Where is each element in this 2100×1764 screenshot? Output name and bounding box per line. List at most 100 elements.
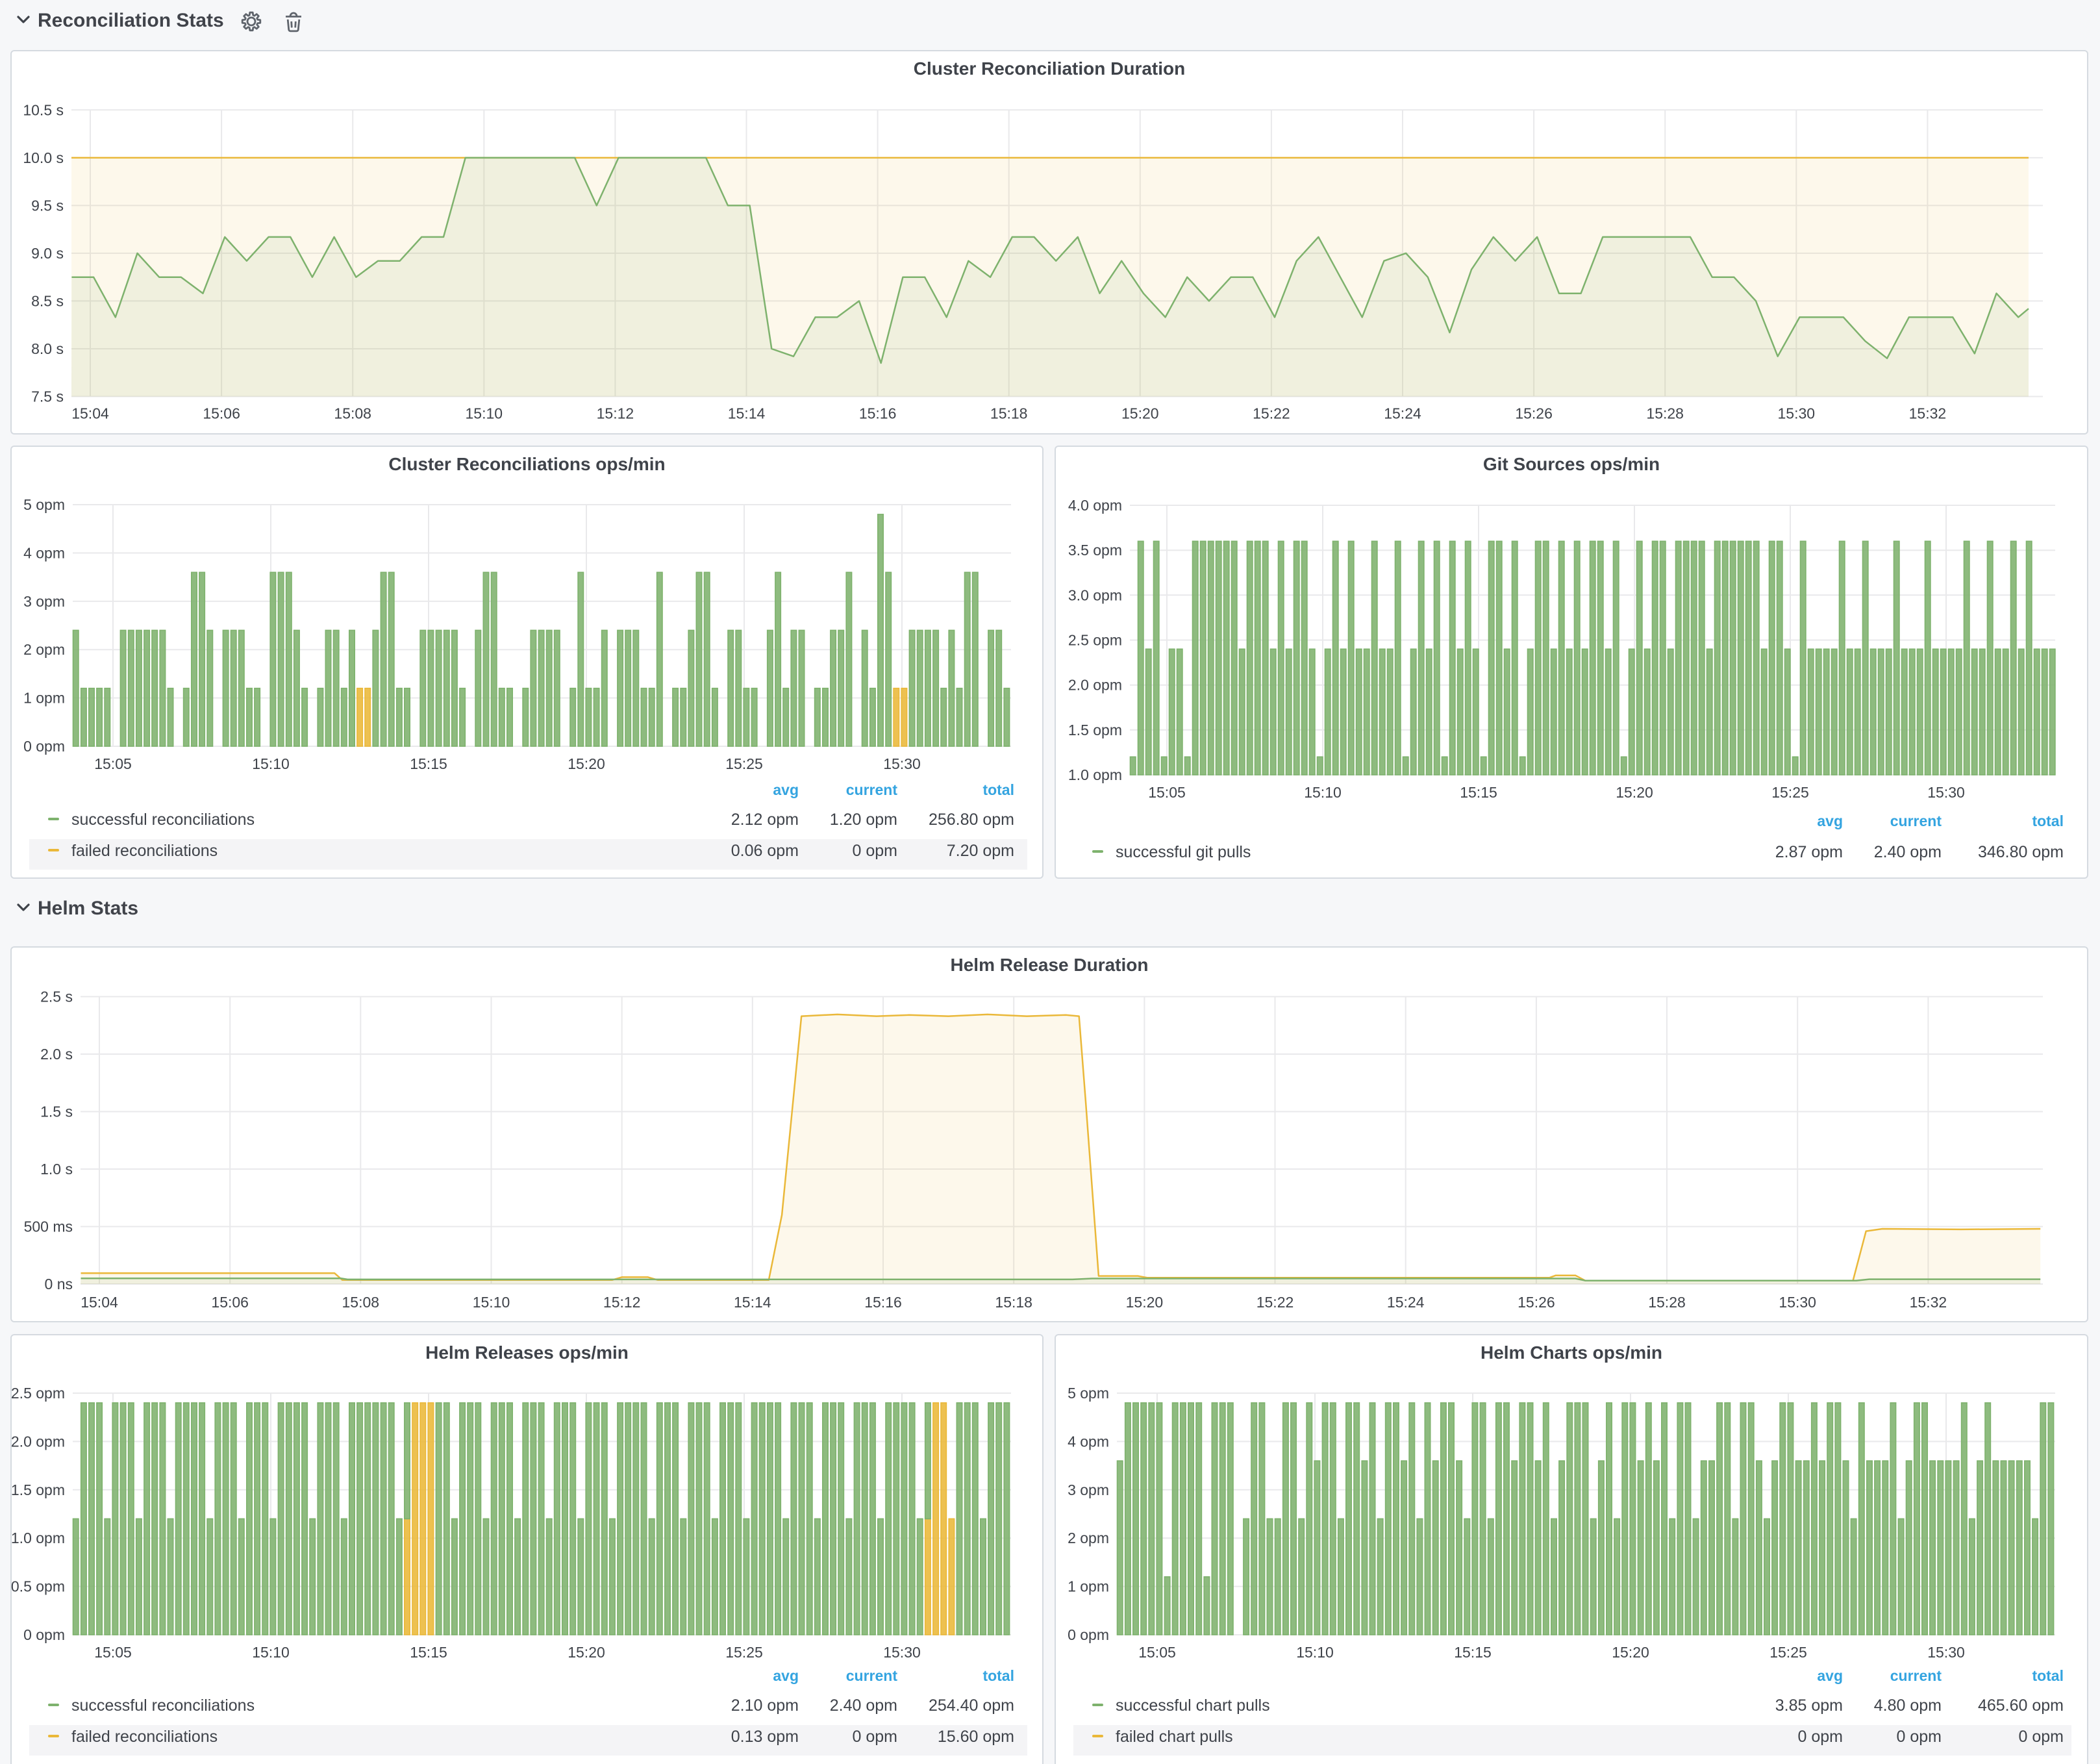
svg-text:5 opm: 5 opm: [23, 496, 65, 513]
svg-text:1.0 opm: 1.0 opm: [1068, 766, 1122, 783]
svg-text:15:30: 15:30: [1927, 784, 1965, 801]
svg-text:2.5 opm: 2.5 opm: [1068, 632, 1122, 649]
svg-text:15:10: 15:10: [1296, 1644, 1334, 1661]
svg-text:15:20: 15:20: [1121, 405, 1159, 422]
svg-text:0 opm: 0 opm: [1068, 1626, 1109, 1643]
svg-text:current: current: [846, 781, 898, 798]
svg-text:2.0 opm: 2.0 opm: [11, 1433, 65, 1450]
svg-text:Git Sources ops/min: Git Sources ops/min: [1483, 454, 1660, 474]
svg-text:3 opm: 3 opm: [1068, 1481, 1109, 1498]
svg-text:15:10: 15:10: [1304, 784, 1342, 801]
svg-text:3.5 opm: 3.5 opm: [1068, 542, 1122, 559]
svg-text:15:24: 15:24: [1387, 1294, 1425, 1311]
svg-text:15:10: 15:10: [252, 755, 290, 772]
svg-text:failed reconciliations: failed reconciliations: [71, 842, 218, 860]
svg-text:2.5 opm: 2.5 opm: [11, 1385, 65, 1402]
svg-text:1.5 opm: 1.5 opm: [11, 1481, 65, 1498]
svg-text:Helm Charts ops/min: Helm Charts ops/min: [1481, 1342, 1662, 1363]
svg-text:0 ns: 0 ns: [45, 1276, 73, 1292]
svg-text:15:05: 15:05: [94, 755, 132, 772]
svg-text:1.5 s: 1.5 s: [40, 1103, 73, 1120]
svg-text:15:06: 15:06: [203, 405, 240, 422]
svg-text:15:15: 15:15: [1454, 1644, 1492, 1661]
svg-text:3.85 opm: 3.85 opm: [1775, 1696, 1843, 1715]
svg-text:0 opm: 0 opm: [1798, 1728, 1843, 1746]
svg-text:15:28: 15:28: [1646, 405, 1684, 422]
svg-text:3.0 opm: 3.0 opm: [1068, 586, 1122, 603]
svg-text:7.5 s: 7.5 s: [31, 388, 64, 405]
svg-text:1.0 s: 1.0 s: [40, 1161, 73, 1178]
svg-text:15:05: 15:05: [1148, 784, 1186, 801]
svg-text:15:15: 15:15: [1460, 784, 1497, 801]
svg-text:15:10: 15:10: [473, 1294, 510, 1311]
svg-text:15:30: 15:30: [1779, 1294, 1816, 1311]
svg-text:2.10 opm: 2.10 opm: [731, 1696, 799, 1715]
svg-text:4.0 opm: 4.0 opm: [1068, 497, 1122, 514]
svg-text:0.06 opm: 0.06 opm: [731, 842, 799, 860]
svg-text:0 opm: 0 opm: [853, 842, 897, 860]
svg-text:346.80 opm: 346.80 opm: [1978, 843, 2064, 861]
svg-text:15:20: 15:20: [568, 1644, 605, 1661]
svg-text:15:30: 15:30: [883, 755, 921, 772]
svg-text:0 opm: 0 opm: [2019, 1728, 2064, 1746]
svg-text:1.5 opm: 1.5 opm: [1068, 722, 1122, 738]
svg-text:8.5 s: 8.5 s: [31, 292, 64, 309]
svg-text:465.60 opm: 465.60 opm: [1978, 1696, 2064, 1715]
svg-text:avg: avg: [1817, 1667, 1843, 1684]
svg-text:0.13 opm: 0.13 opm: [731, 1728, 799, 1746]
svg-text:15:14: 15:14: [734, 1294, 771, 1311]
svg-text:15:25: 15:25: [1769, 1644, 1807, 1661]
svg-text:15:25: 15:25: [725, 755, 763, 772]
svg-text:0.5 opm: 0.5 opm: [11, 1578, 65, 1595]
svg-text:total: total: [982, 1667, 1014, 1684]
svg-text:3 opm: 3 opm: [23, 593, 65, 610]
svg-text:avg: avg: [773, 781, 799, 798]
svg-text:Helm Releases ops/min: Helm Releases ops/min: [425, 1342, 629, 1363]
svg-text:15:18: 15:18: [995, 1294, 1032, 1311]
svg-text:1.0 opm: 1.0 opm: [11, 1530, 65, 1546]
svg-text:avg: avg: [1817, 813, 1843, 829]
svg-text:15:25: 15:25: [1771, 784, 1809, 801]
svg-text:15:10: 15:10: [466, 405, 503, 422]
svg-text:15:24: 15:24: [1384, 405, 1421, 422]
svg-text:1.20 opm: 1.20 opm: [830, 811, 897, 829]
svg-text:15:12: 15:12: [597, 405, 634, 422]
svg-text:successful reconciliations: successful reconciliations: [71, 1696, 255, 1715]
svg-text:total: total: [982, 781, 1014, 798]
svg-text:15:20: 15:20: [1612, 1644, 1649, 1661]
svg-text:15:16: 15:16: [864, 1294, 902, 1311]
svg-text:current: current: [846, 1667, 898, 1684]
svg-text:8.0 s: 8.0 s: [31, 340, 64, 357]
svg-text:15:05: 15:05: [94, 1644, 132, 1661]
svg-text:15:30: 15:30: [1927, 1644, 1965, 1661]
svg-text:9.0 s: 9.0 s: [31, 245, 64, 262]
svg-text:15:08: 15:08: [334, 405, 371, 422]
svg-text:15:20: 15:20: [1616, 784, 1653, 801]
svg-text:4 opm: 4 opm: [1068, 1433, 1109, 1450]
svg-text:15:32: 15:32: [1910, 1294, 1947, 1311]
svg-text:0 opm: 0 opm: [853, 1728, 897, 1746]
svg-text:15:04: 15:04: [71, 405, 109, 422]
svg-text:10.0 s: 10.0 s: [23, 149, 64, 166]
svg-text:Cluster Reconciliation Duratio: Cluster Reconciliation Duration: [914, 58, 1186, 79]
svg-text:total: total: [2032, 1667, 2064, 1684]
svg-text:15:12: 15:12: [603, 1294, 641, 1311]
svg-text:15:15: 15:15: [410, 1644, 447, 1661]
svg-text:15:28: 15:28: [1648, 1294, 1686, 1311]
svg-text:current: current: [1890, 813, 1942, 829]
svg-text:15:25: 15:25: [725, 1644, 763, 1661]
svg-text:15:05: 15:05: [1138, 1644, 1176, 1661]
svg-text:9.5 s: 9.5 s: [31, 197, 64, 214]
svg-text:4.80 opm: 4.80 opm: [1874, 1696, 1942, 1715]
svg-text:2 opm: 2 opm: [1068, 1530, 1109, 1546]
svg-text:15:26: 15:26: [1515, 405, 1553, 422]
svg-text:Helm Stats: Helm Stats: [38, 898, 138, 919]
svg-text:2.0 s: 2.0 s: [40, 1046, 73, 1063]
svg-text:2 opm: 2 opm: [23, 641, 65, 658]
svg-text:2.40 opm: 2.40 opm: [830, 1696, 897, 1715]
svg-text:4 opm: 4 opm: [23, 544, 65, 561]
svg-text:15:20: 15:20: [1126, 1294, 1164, 1311]
svg-text:failed chart pulls: failed chart pulls: [1116, 1728, 1233, 1746]
svg-text:15:04: 15:04: [81, 1294, 118, 1311]
svg-text:15:15: 15:15: [410, 755, 447, 772]
